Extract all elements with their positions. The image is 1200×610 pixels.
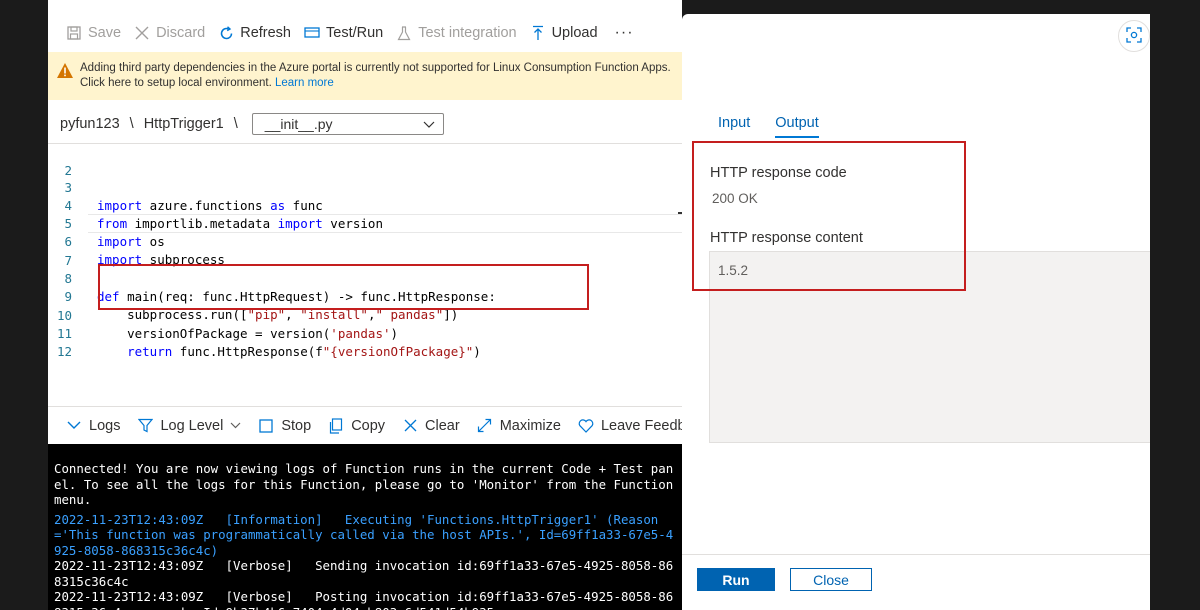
code-line: 2 xyxy=(48,144,93,178)
chevron-down-icon xyxy=(423,116,435,132)
warning-icon xyxy=(56,62,74,80)
stop-label: Stop xyxy=(281,417,312,434)
warning-banner: Adding third party dependencies in the A… xyxy=(48,52,682,100)
code-text: from importlib.metadata import version xyxy=(97,216,383,231)
output-annotation-box xyxy=(692,141,966,291)
chevron-down-icon xyxy=(230,422,241,429)
flask-icon xyxy=(396,25,412,41)
copy-button[interactable]: Copy xyxy=(328,418,385,434)
code-line: 11 return func.HttpResponse(f"{versionOf… xyxy=(48,307,481,359)
file-select-value: __init__.py xyxy=(264,116,333,132)
window-frame-right xyxy=(1150,0,1200,610)
test-run-icon xyxy=(304,25,320,41)
discard-icon xyxy=(134,25,150,41)
learn-more-link[interactable]: Learn more xyxy=(275,77,334,89)
code-line: 12 xyxy=(48,325,93,359)
maximize-icon xyxy=(477,418,493,434)
focus-icon xyxy=(1126,26,1142,46)
upload-label: Upload xyxy=(551,25,598,41)
more-options-icon[interactable]: ··· xyxy=(615,24,634,42)
breadcrumb-app[interactable]: pyfun123 xyxy=(60,116,120,132)
upload-icon xyxy=(530,25,546,41)
clear-button[interactable]: Clear xyxy=(402,418,460,434)
save-label: Save xyxy=(88,25,122,41)
tab-input[interactable]: Input xyxy=(718,115,750,138)
code-line: 6 import subprocess xyxy=(48,215,224,267)
divider xyxy=(682,554,1150,555)
maximize-label: Maximize xyxy=(499,417,561,434)
code-line: 3 import azure.functions as func xyxy=(48,161,322,213)
editor-toolbar: Save Discard Refresh Test/Run Test integ… xyxy=(48,14,682,52)
line-number: 12 xyxy=(56,344,72,359)
log-line: Connected! You are now viewing logs of F… xyxy=(54,461,681,507)
refresh-label: Refresh xyxy=(240,25,291,41)
leave-feedback-label: Leave Feedba xyxy=(600,417,682,434)
stop-button[interactable]: Stop xyxy=(258,418,311,434)
tab-output[interactable]: Output xyxy=(775,115,819,138)
code-line: 4 from importlib.metadata import version xyxy=(48,179,383,231)
code-annotation-box xyxy=(98,264,589,310)
stop-icon xyxy=(258,418,274,434)
window-frame-left xyxy=(0,0,48,610)
filter-icon xyxy=(137,418,153,434)
code-line: 10 versionOfPackage = version('pandas') xyxy=(48,289,398,341)
save-icon xyxy=(66,25,82,41)
log-line: 2022-11-23T12:43:09Z [Information] Execu… xyxy=(54,511,674,558)
log-level-label: Log Level xyxy=(160,417,224,434)
log-level-button[interactable]: Log Level xyxy=(137,418,241,434)
logs-toggle-button[interactable]: Logs xyxy=(66,418,120,434)
copy-icon xyxy=(328,417,344,434)
chevron-down-icon xyxy=(66,418,82,434)
discard-button[interactable]: Discard xyxy=(134,25,205,41)
warning-line-1: Adding third party dependencies in the A… xyxy=(80,62,671,74)
test-integration-label: Test integration xyxy=(418,25,517,41)
refresh-button[interactable]: Refresh xyxy=(218,25,291,41)
log-line: 2022-11-23T12:43:09Z [Verbose] Posting i… xyxy=(54,589,674,610)
refresh-icon xyxy=(218,25,234,41)
code-editor-panel: Save Discard Refresh Test/Run Test integ… xyxy=(48,0,682,610)
expand-panel-button[interactable] xyxy=(1118,20,1150,52)
logs-toolbar: Logs Log Level Stop Copy Clear Maximize … xyxy=(48,406,682,444)
code-text: import azure.functions as func xyxy=(97,198,323,213)
code-text: versionOfPackage = version('pandas') xyxy=(97,326,399,341)
maximize-button[interactable]: Maximize xyxy=(477,418,561,434)
close-icon xyxy=(402,418,418,434)
breadcrumb-separator: \ xyxy=(233,116,238,132)
run-button[interactable]: Run xyxy=(697,568,775,591)
close-button[interactable]: Close xyxy=(790,568,872,591)
breadcrumb-separator: \ xyxy=(129,116,134,132)
request-tabs: Input Output xyxy=(718,115,844,138)
file-select-dropdown[interactable]: __init__.py xyxy=(251,113,444,135)
test-integration-button[interactable]: Test integration xyxy=(396,25,517,41)
upload-button[interactable]: Upload xyxy=(530,25,598,41)
breadcrumb: pyfun123 \ HttpTrigger1 \ __init__.py xyxy=(60,113,444,135)
code-line: 5 import os xyxy=(48,197,164,249)
breadcrumb-function[interactable]: HttpTrigger1 xyxy=(144,116,224,132)
discard-label: Discard xyxy=(156,25,206,41)
log-console[interactable]: Connected! You are now viewing logs of F… xyxy=(48,444,682,610)
code-line: 8 def main(req: func.HttpRequest) -> fun… xyxy=(48,252,495,304)
warning-text: Adding third party dependencies in the A… xyxy=(80,61,671,100)
code-text: return func.HttpResponse(f"{versionOfPac… xyxy=(127,344,481,359)
test-run-label: Test/Run xyxy=(326,25,384,41)
leave-feedback-button[interactable]: Leave Feedba xyxy=(578,418,682,434)
code-text: import os xyxy=(97,234,165,249)
save-button[interactable]: Save xyxy=(66,25,121,41)
heart-icon xyxy=(578,418,594,434)
code-line: 9 subprocess.run(["pip", "install"," pan… xyxy=(48,270,458,322)
copy-label: Copy xyxy=(351,417,386,434)
log-line: 2022-11-23T12:43:09Z [Verbose] Sending i… xyxy=(54,558,674,589)
test-run-panel: Input Output HTTP response code 200 OK H… xyxy=(682,14,1150,610)
logs-label: Logs xyxy=(89,417,121,434)
warning-line-2: Click here to setup local environment. xyxy=(80,77,272,89)
test-run-button[interactable]: Test/Run xyxy=(304,25,383,41)
code-line: 7 xyxy=(48,234,93,268)
clear-label: Clear xyxy=(425,417,460,434)
